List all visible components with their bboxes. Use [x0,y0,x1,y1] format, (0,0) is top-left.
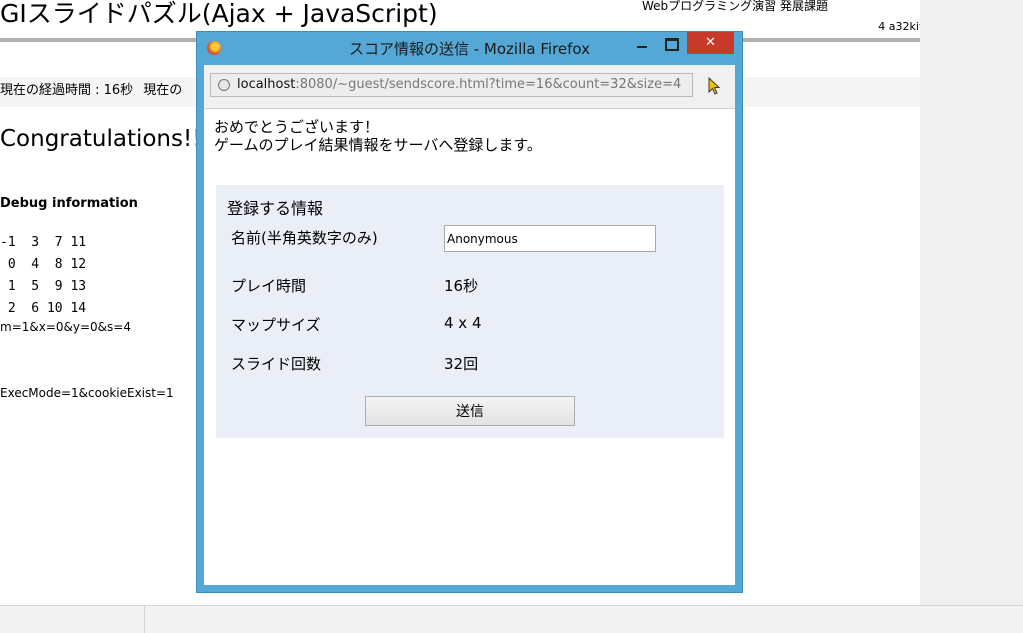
debug-grid: -1 3 7 11 0 4 8 12 1 5 9 13 2 6 10 14 [0,232,86,320]
map-size-label: マップサイズ [231,316,321,334]
course-label: Webプログラミング演習 発展課題 [642,0,828,13]
greeting-line-1: おめでとうございます！ [214,118,380,136]
slide-count-value: 32回 [444,355,479,373]
cursor-icon[interactable] [707,77,721,95]
play-time-label: プレイ時間 [231,277,307,295]
page-title: GIスライドパズル(Ajax + JavaScript) [0,0,438,28]
minimize-icon [637,46,647,48]
url-field[interactable]: localhost:8080/~guest/sendscore.html?tim… [210,73,693,97]
strip-separator [144,606,145,633]
submit-button[interactable]: 送信 [365,396,575,426]
form-title: 登録する情報 [227,199,324,218]
grid-row: 2 6 10 14 [0,301,87,316]
slide-count-label: スライド回数 [231,355,322,373]
url-host: localhost [237,77,296,92]
debug-query-1: m=1&x=0&y=0&s=4 [0,320,131,334]
play-time-value: 16秒 [444,277,479,295]
student-label: 4 a32kita [826,19,930,35]
globe-icon [218,79,230,91]
debug-query-2: ExecMode=1&cookieExist=1 [0,386,174,400]
name-input[interactable] [444,225,656,252]
map-size-value: 4 x 4 [444,314,482,332]
grid-row: -1 3 7 11 [0,235,87,250]
current-status: 現在の [143,83,183,98]
grid-row: 0 4 8 12 [0,257,87,272]
maximize-button[interactable] [659,32,685,54]
url-path: :8080/~guest/sendscore.html?time=16&coun… [295,77,682,92]
popup-window: スコア情報の送信 - Mozilla Firefox ✕ localhost:8… [196,31,743,593]
maximize-icon [665,38,679,51]
popup-titlebar[interactable]: スコア情報の送信 - Mozilla Firefox ✕ [197,32,742,62]
congrats-message: Congratulations!! [0,126,202,152]
elapsed-time: 現在の経過時間 : 16秒 [0,83,134,98]
close-button[interactable]: ✕ [687,32,734,54]
url-bar-area: localhost:8080/~guest/sendscore.html?tim… [204,65,735,109]
name-label: 名前(半角英数字のみ) [231,229,378,247]
grid-row: 1 5 9 13 [0,279,87,294]
greeting-line-2: ゲームのプレイ結果情報をサーバへ登録します。 [214,136,542,154]
score-form: 登録する情報 名前(半角英数字のみ) プレイ時間 16秒 マップサイズ 4 x … [216,185,724,438]
minimize-button[interactable] [629,32,655,54]
right-gutter [920,0,1023,605]
greeting: おめでとうございます！ ゲームのプレイ結果情報をサーバへ登録します。 [214,118,542,154]
bottom-strip [0,605,1023,633]
debug-title: Debug information [0,196,138,211]
popup-content: おめでとうございます！ ゲームのプレイ結果情報をサーバへ登録します。 登録する情… [204,109,735,585]
